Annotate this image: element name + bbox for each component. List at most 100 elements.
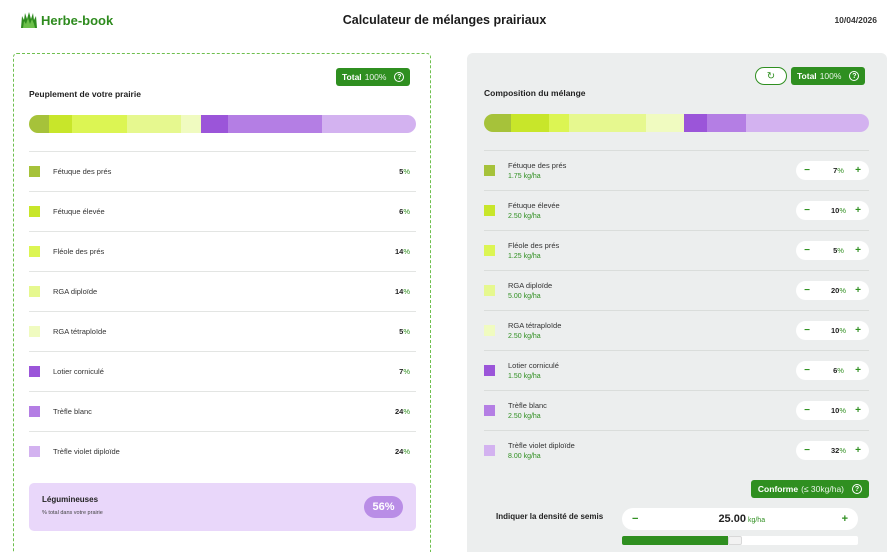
species-color-swatch bbox=[29, 406, 40, 417]
percent-stepper[interactable]: − 10% + bbox=[796, 401, 869, 420]
app-header: Herbe-book Calculateur de mélanges prair… bbox=[0, 0, 889, 40]
bar-segment bbox=[684, 114, 708, 132]
species-info: RGA diploïde 5.00 kg/ha bbox=[508, 281, 552, 300]
decrement-button[interactable]: − bbox=[803, 365, 811, 376]
increment-button[interactable]: + bbox=[854, 165, 862, 176]
bar-segment bbox=[48, 115, 72, 133]
species-seed-rate: 1.25 kg/ha bbox=[508, 253, 541, 260]
species-name: Fléole des prés bbox=[53, 247, 105, 256]
species-name: Trèfle violet diploïde bbox=[53, 447, 120, 456]
percent-unit: % bbox=[403, 407, 410, 416]
stepper-value[interactable]: 7% bbox=[833, 166, 844, 175]
percent-unit: % bbox=[403, 447, 410, 456]
species-color-swatch bbox=[29, 366, 40, 377]
stepper-value[interactable]: 5% bbox=[833, 246, 844, 255]
composition-stacked-bar bbox=[484, 114, 869, 132]
species-name: Trèfle blanc bbox=[53, 407, 92, 416]
species-name: RGA diploïde bbox=[508, 281, 553, 290]
increment-button[interactable]: + bbox=[854, 205, 862, 216]
density-slider-handle[interactable] bbox=[728, 536, 743, 545]
stepper-value[interactable]: 10% bbox=[831, 326, 846, 335]
density-value[interactable]: 25.00 kg/ha bbox=[718, 513, 765, 525]
species-seed-rate: 2.50 kg/ha bbox=[508, 213, 541, 220]
stepper-value[interactable]: 10% bbox=[831, 406, 846, 415]
percent-stepper[interactable]: − 10% + bbox=[796, 321, 869, 340]
percent-stepper[interactable]: − 5% + bbox=[796, 241, 869, 260]
total-label: Total bbox=[342, 72, 362, 82]
species-name: Lotier corniculé bbox=[53, 367, 104, 376]
species-list: Fétuque des prés 1.75 kg/ha − 7% + Fétuque él… bbox=[484, 150, 869, 470]
decrement-button[interactable]: − bbox=[803, 405, 811, 416]
stepper-value[interactable]: 10% bbox=[831, 206, 846, 215]
stepper-value[interactable]: 32% bbox=[831, 446, 846, 455]
increment-button[interactable]: + bbox=[854, 405, 862, 416]
decrement-button[interactable]: − bbox=[803, 445, 811, 456]
percent-stepper[interactable]: − 10% + bbox=[796, 201, 869, 220]
decrement-button[interactable]: − bbox=[803, 285, 811, 296]
species-name: Fétuque des prés bbox=[508, 161, 567, 170]
decrement-button[interactable]: − bbox=[803, 165, 811, 176]
decrement-button[interactable]: − bbox=[632, 513, 638, 525]
percent-unit: % bbox=[403, 287, 410, 296]
species-info: Fléole des prés 1.25 kg/ha bbox=[508, 241, 559, 260]
species-color-swatch bbox=[29, 206, 40, 217]
percent-stepper[interactable]: − 6% + bbox=[796, 361, 869, 380]
species-row: RGA diploïde 14% bbox=[29, 271, 416, 311]
species-row: Fléole des prés 1.25 kg/ha − 5% + bbox=[484, 230, 869, 270]
density-label: Indiquer la densité de semis bbox=[496, 512, 604, 521]
percent-stepper[interactable]: − 7% + bbox=[796, 161, 869, 180]
species-row: Fétuque élevée 6% bbox=[29, 191, 416, 231]
section-title: Composition du mélange bbox=[484, 88, 586, 98]
reset-button[interactable]: ↻ bbox=[755, 67, 787, 85]
total-value: 100% bbox=[819, 71, 842, 81]
increment-button[interactable]: + bbox=[854, 445, 862, 456]
decrement-button[interactable]: − bbox=[803, 325, 811, 336]
species-name: RGA tétraploïde bbox=[53, 327, 107, 336]
species-seed-rate: 1.75 kg/ha bbox=[508, 173, 541, 180]
decrement-button[interactable]: − bbox=[803, 245, 811, 256]
decrement-button[interactable]: − bbox=[803, 205, 811, 216]
bar-segment bbox=[228, 115, 323, 133]
percent-unit: % bbox=[837, 166, 844, 175]
bar-segment bbox=[510, 114, 550, 132]
species-info: Fétuque élevée 2.50 kg/ha bbox=[508, 201, 560, 220]
legumineuses-title: Légumineuses bbox=[42, 495, 99, 504]
increment-button[interactable]: + bbox=[854, 365, 862, 376]
help-icon[interactable]: ? bbox=[394, 72, 405, 82]
percent-stepper[interactable]: − 32% + bbox=[796, 441, 869, 460]
species-percent: 24% bbox=[395, 407, 410, 416]
help-icon[interactable]: ? bbox=[849, 71, 860, 81]
stepper-value[interactable]: 20% bbox=[831, 286, 846, 295]
percent-stepper[interactable]: − 20% + bbox=[796, 281, 869, 300]
bar-segment bbox=[322, 115, 416, 133]
density-unit: kg/ha bbox=[747, 517, 766, 524]
species-color-swatch bbox=[484, 205, 495, 216]
bar-segment bbox=[484, 114, 511, 132]
increment-button[interactable]: + bbox=[854, 325, 862, 336]
stepper-value[interactable]: 6% bbox=[833, 366, 844, 375]
species-name: Lotier corniculé bbox=[508, 361, 559, 370]
species-row: Fléole des prés 14% bbox=[29, 231, 416, 271]
help-icon[interactable]: ? bbox=[852, 484, 862, 494]
species-percent: 7% bbox=[399, 367, 410, 376]
species-info: Fétuque des prés 1.75 kg/ha bbox=[508, 161, 566, 180]
increment-button[interactable]: + bbox=[854, 245, 862, 256]
species-info: Lotier corniculé 1.50 kg/ha bbox=[508, 361, 559, 380]
legumineuses-value: 56% bbox=[364, 496, 403, 518]
species-color-swatch bbox=[29, 246, 40, 257]
species-row: Trèfle violet diploïde 8.00 kg/ha − 32% + bbox=[484, 430, 869, 470]
species-name: RGA diploïde bbox=[53, 287, 98, 296]
density-slider[interactable] bbox=[622, 536, 858, 545]
species-seed-rate: 8.00 kg/ha bbox=[508, 453, 541, 460]
date-label: 10/04/2026 bbox=[834, 15, 877, 25]
total-label: Total bbox=[797, 71, 817, 81]
species-color-swatch bbox=[484, 405, 495, 416]
legumineuses-subtitle: % total dans votre prairie bbox=[42, 510, 103, 516]
conforme-badge: Conforme (≤ 30kg/ha) ? bbox=[750, 480, 869, 498]
increment-button[interactable]: + bbox=[842, 513, 848, 525]
bar-segment bbox=[707, 114, 746, 132]
increment-button[interactable]: + bbox=[854, 285, 862, 296]
density-stepper[interactable]: − 25.00 kg/ha + bbox=[622, 508, 858, 530]
species-color-swatch bbox=[484, 245, 495, 256]
percent-unit: % bbox=[839, 206, 846, 215]
